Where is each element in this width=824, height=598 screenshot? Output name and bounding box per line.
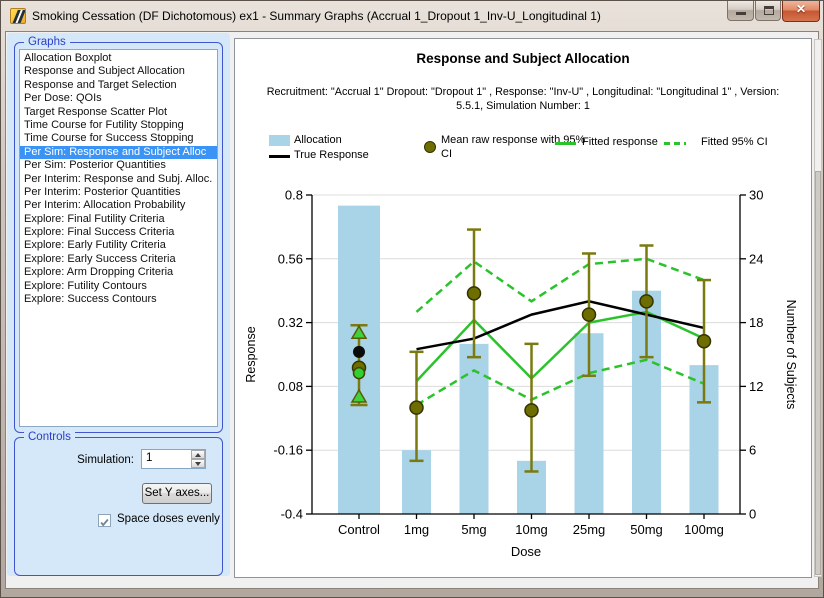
legend-fitted-ci-label: Fitted 95% CI — [701, 136, 768, 150]
spinner-up-button[interactable] — [191, 450, 205, 459]
graphs-list-item[interactable]: Per Sim: Response and Subject Alloc — [20, 146, 217, 159]
chart-title: Response and Subject Allocation — [235, 51, 811, 66]
svg-text:-0.4: -0.4 — [281, 507, 303, 522]
legend-allocation-swatch — [269, 135, 290, 146]
graphs-list[interactable]: Allocation BoxplotResponse and Subject A… — [19, 49, 218, 427]
svg-text:24: 24 — [749, 251, 763, 266]
legend-fitted-response-label: Fitted response — [582, 136, 658, 150]
controls-group-label: Controls — [24, 430, 75, 444]
maximize-icon — [764, 6, 774, 15]
graphs-list-item[interactable]: Allocation Boxplot — [20, 52, 217, 65]
svg-text:Response: Response — [244, 326, 258, 382]
sidebar: Graphs Allocation BoxplotResponse and Su… — [7, 33, 230, 576]
svg-text:30: 30 — [749, 188, 763, 203]
legend-allocation-label: Allocation — [294, 134, 342, 148]
set-y-axes-button[interactable]: Set Y axes... — [142, 483, 212, 504]
svg-text:50mg: 50mg — [630, 522, 663, 537]
legend-raw-mean-label: Mean raw response with 95% CI — [441, 134, 599, 161]
svg-text:100mg: 100mg — [684, 522, 724, 537]
svg-text:12: 12 — [749, 379, 763, 394]
svg-text:0.08: 0.08 — [278, 379, 303, 394]
svg-text:0.8: 0.8 — [285, 188, 303, 203]
graphs-list-item[interactable]: Explore: Futility Contours — [20, 280, 217, 293]
svg-text:0: 0 — [749, 507, 756, 522]
svg-text:0.56: 0.56 — [278, 251, 303, 266]
app-window: Smoking Cessation (DF Dichotomous) ex1 -… — [0, 0, 824, 598]
graphs-list-item[interactable]: Per Dose: QOIs — [20, 92, 217, 105]
legend-true-response-swatch — [269, 155, 290, 158]
graphs-group-label: Graphs — [24, 35, 70, 49]
chart-subtitle-line1: Recruitment: "Accrual 1" Dropout: "Dropo… — [235, 86, 811, 98]
graphs-list-item[interactable]: Per Interim: Response and Subj. Alloc. — [20, 173, 217, 186]
legend-fitted-response-swatch — [555, 142, 576, 145]
up-arrow-icon — [195, 453, 201, 457]
graphs-list-item[interactable]: Response and Target Selection — [20, 79, 217, 92]
title-bar[interactable]: Smoking Cessation (DF Dichotomous) ex1 -… — [1, 1, 823, 31]
scrollbar-thumb[interactable] — [815, 171, 821, 575]
svg-text:-0.16: -0.16 — [273, 443, 303, 458]
svg-text:Number of Subjects: Number of Subjects — [784, 300, 798, 410]
svg-text:0.32: 0.32 — [278, 315, 303, 330]
graphs-list-item[interactable]: Explore: Final Futility Criteria — [20, 213, 217, 226]
graphs-list-item[interactable]: Per Interim: Posterior Quantities — [20, 186, 217, 199]
graphs-list-item[interactable]: Explore: Early Success Criteria — [20, 253, 217, 266]
legend-fitted-ci-swatch — [664, 142, 686, 145]
svg-text:Control: Control — [338, 522, 380, 537]
svg-text:Dose: Dose — [511, 544, 541, 559]
graphs-list-item[interactable]: Per Sim: Posterior Quantities — [20, 159, 217, 172]
minimize-icon — [736, 12, 746, 15]
graphs-list-item[interactable]: Explore: Final Success Criteria — [20, 226, 217, 239]
graphs-list-item[interactable]: Time Course for Success Stopping — [20, 132, 217, 145]
graphs-list-item[interactable]: Response and Subject Allocation — [20, 65, 217, 78]
svg-text:1mg: 1mg — [404, 522, 429, 537]
simulation-value[interactable]: 1 — [146, 452, 152, 464]
graphs-list-item[interactable]: Explore: Early Futility Criteria — [20, 239, 217, 252]
graph-panel-scrollbar[interactable] — [814, 39, 822, 577]
space-doses-checkbox[interactable] — [98, 514, 111, 527]
window-title: Smoking Cessation (DF Dichotomous) ex1 -… — [32, 1, 601, 31]
client-area: Graphs Allocation BoxplotResponse and Su… — [5, 31, 819, 589]
simulation-spinner[interactable]: 1 — [141, 449, 206, 469]
chart-subtitle-line2: 5.5.1, Simulation Number: 1 — [235, 100, 811, 112]
legend-true-response-label: True Response — [294, 149, 369, 163]
graphs-list-item[interactable]: Time Course for Futility Stopping — [20, 119, 217, 132]
facts-app-icon — [10, 8, 26, 24]
simulation-label: Simulation: — [7, 454, 134, 466]
graphs-list-item[interactable]: Explore: Arm Dropping Criteria — [20, 266, 217, 279]
chart-canvas: 0.8 0.56 0.32 0.08 -0.16 -0.4 30 24 18 12 6 0 Contro… — [235, 39, 813, 579]
space-doses-label: Space doses evenly — [117, 513, 220, 525]
close-button[interactable]: ✕ — [782, 1, 820, 22]
close-icon: ✕ — [783, 2, 819, 16]
graphs-list-item[interactable]: Explore: Success Contours — [20, 293, 217, 306]
graphs-list-item[interactable]: Target Response Scatter Plot — [20, 106, 217, 119]
svg-text:25mg: 25mg — [573, 522, 606, 537]
svg-text:10mg: 10mg — [515, 522, 548, 537]
maximize-button[interactable] — [755, 1, 781, 21]
svg-text:5mg: 5mg — [461, 522, 486, 537]
down-arrow-icon — [195, 462, 201, 466]
spinner-down-button[interactable] — [191, 459, 205, 468]
svg-text:6: 6 — [749, 443, 756, 458]
svg-text:18: 18 — [749, 315, 763, 330]
legend-raw-mean-swatch — [424, 141, 436, 153]
checkmark-icon — [99, 517, 110, 528]
graphs-list-item[interactable]: Per Interim: Allocation Probability — [20, 199, 217, 212]
graph-panel: 0.8 0.56 0.32 0.08 -0.16 -0.4 30 24 18 12 6 0 Contro… — [234, 38, 812, 578]
minimize-button[interactable] — [727, 1, 754, 21]
